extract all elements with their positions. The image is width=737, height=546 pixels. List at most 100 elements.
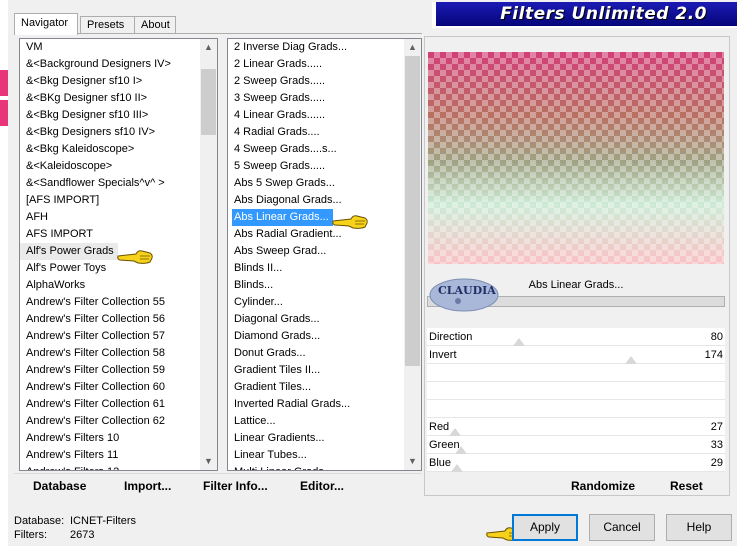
editor-button[interactable]: Editor... bbox=[300, 479, 344, 497]
filter-item[interactable]: Linear Gradients... bbox=[228, 430, 404, 447]
category-item[interactable]: &<BKg Designer sf10 II> bbox=[20, 90, 200, 107]
scroll-down-icon[interactable]: ▼ bbox=[404, 453, 421, 470]
help-button[interactable]: Help bbox=[666, 514, 732, 541]
preview-image bbox=[428, 52, 724, 264]
category-item[interactable]: Andrew's Filters 11 bbox=[20, 447, 200, 464]
background-strip bbox=[0, 0, 8, 546]
filter-info-button[interactable]: Filter Info... bbox=[203, 479, 268, 497]
category-item[interactable]: VM bbox=[20, 39, 200, 56]
category-item-label: Andrew's Filter Collection 59 bbox=[26, 364, 166, 376]
filter-item[interactable]: Abs Sweep Grad... bbox=[228, 243, 404, 260]
filter-item[interactable]: Blinds II... bbox=[228, 260, 404, 277]
filter-item[interactable]: Gradient Tiles... bbox=[228, 379, 404, 396]
filter-item[interactable]: Donut Grads... bbox=[228, 345, 404, 362]
category-item[interactable]: AFH bbox=[20, 209, 200, 226]
cancel-button[interactable]: Cancel bbox=[589, 514, 655, 541]
tab-presets[interactable]: Presets bbox=[80, 16, 142, 34]
filter-item-label: Diagonal Grads... bbox=[234, 313, 320, 325]
category-item[interactable]: Alf's Power Grads bbox=[20, 243, 200, 260]
filter-item[interactable]: 2 Linear Grads..... bbox=[228, 56, 404, 73]
tab-navigator[interactable]: Navigator bbox=[14, 13, 78, 35]
filter-item[interactable]: Diagonal Grads... bbox=[228, 311, 404, 328]
category-item[interactable]: Andrew's Filter Collection 60 bbox=[20, 379, 200, 396]
filter-item-label: Linear Tubes... bbox=[234, 449, 307, 461]
scroll-down-icon[interactable]: ▼ bbox=[200, 453, 217, 470]
category-item[interactable]: Andrew's Filter Collection 62 bbox=[20, 413, 200, 430]
param-blue[interactable]: Blue 29 bbox=[427, 454, 725, 472]
category-item[interactable]: AlphaWorks bbox=[20, 277, 200, 294]
randomize-button[interactable]: Randomize bbox=[571, 479, 635, 497]
scroll-thumb[interactable] bbox=[405, 56, 420, 366]
import-button[interactable]: Import... bbox=[124, 479, 171, 497]
reset-button[interactable]: Reset bbox=[670, 479, 703, 497]
filter-item-label: 4 Linear Grads...... bbox=[234, 109, 326, 121]
category-item[interactable]: AFS IMPORT bbox=[20, 226, 200, 243]
param-invert[interactable]: Invert 174 bbox=[427, 346, 725, 364]
category-item[interactable]: &<Sandflower Specials^v^ > bbox=[20, 175, 200, 192]
param-green[interactable]: Green 33 bbox=[427, 436, 725, 454]
filter-item[interactable]: Linear Tubes... bbox=[228, 447, 404, 464]
filter-item[interactable]: 4 Sweep Grads....s... bbox=[228, 141, 404, 158]
param-empty bbox=[427, 382, 725, 400]
scroll-up-icon[interactable]: ▲ bbox=[200, 39, 217, 56]
filter-item[interactable]: 4 Radial Grads.... bbox=[228, 124, 404, 141]
filter-item-label: Gradient Tiles II... bbox=[234, 364, 321, 376]
filter-item-label: Multi Linear Grads... bbox=[228, 464, 404, 470]
category-item[interactable]: Andrew's Filter Collection 58 bbox=[20, 345, 200, 362]
param-red[interactable]: Red 27 bbox=[427, 418, 725, 436]
category-item-label: Andrew's Filter Collection 60 bbox=[26, 381, 166, 393]
filter-item[interactable]: Lattice... bbox=[228, 413, 404, 430]
category-item[interactable]: Andrew's Filter Collection 55 bbox=[20, 294, 200, 311]
filter-item[interactable]: Gradient Tiles II... bbox=[228, 362, 404, 379]
filter-item[interactable]: Inverted Radial Grads... bbox=[228, 396, 404, 413]
database-button[interactable]: Database bbox=[33, 479, 86, 497]
filter-list[interactable]: 2 Inverse Diag Grads... 2 Linear Grads...… bbox=[227, 38, 422, 471]
scroll-up-icon[interactable]: ▲ bbox=[404, 39, 421, 56]
category-scrollbar[interactable]: ▲ ▼ bbox=[200, 39, 217, 470]
category-item[interactable]: &<Background Designers IV> bbox=[20, 56, 200, 73]
category-item-label: Andrew's Filters 10 bbox=[26, 432, 120, 444]
category-item[interactable]: &<Bkg Kaleidoscope> bbox=[20, 141, 200, 158]
category-item[interactable]: &<Kaleidoscope> bbox=[20, 158, 200, 175]
category-items: VM &<Background Designers IV> &<Bkg Design… bbox=[20, 39, 200, 470]
filter-item-label: Blinds II... bbox=[234, 262, 283, 274]
filter-item[interactable]: Multi Linear Grads... bbox=[228, 464, 404, 470]
category-item-label: Andrew's Filter Collection 62 bbox=[26, 415, 166, 427]
category-item[interactable]: Andrew's Filter Collection 61 bbox=[20, 396, 200, 413]
category-item[interactable]: Alf's Power Toys bbox=[20, 260, 200, 277]
category-item[interactable]: &<Bkg Designers sf10 IV> bbox=[20, 124, 200, 141]
filter-item-label: Donut Grads... bbox=[234, 347, 306, 359]
category-item-label: &<Kaleidoscope> bbox=[26, 160, 113, 172]
category-item[interactable]: Andrew's Filter Collection 59 bbox=[20, 362, 200, 379]
category-item-label: Andrew's Filters 11 bbox=[26, 449, 119, 461]
filter-item-label: Abs Linear Grads... bbox=[232, 209, 333, 226]
tab-about[interactable]: About bbox=[134, 16, 176, 34]
filter-item[interactable]: Abs 5 Swep Grads... bbox=[228, 175, 404, 192]
category-item[interactable]: &<Bkg Designer sf10 III> bbox=[20, 107, 200, 124]
filter-item[interactable]: 3 Sweep Grads..... bbox=[228, 90, 404, 107]
category-item-label: &<Bkg Designer sf10 III> bbox=[26, 109, 149, 121]
category-item[interactable]: Andrew's Filter Collection 56 bbox=[20, 311, 200, 328]
apply-button[interactable]: Apply bbox=[512, 514, 578, 541]
filter-scrollbar[interactable]: ▲ ▼ bbox=[404, 39, 421, 470]
scroll-thumb[interactable] bbox=[201, 69, 216, 135]
filter-item[interactable]: Abs Linear Grads... bbox=[228, 209, 404, 226]
filters-label: Filters: bbox=[14, 529, 47, 541]
filter-item[interactable]: 4 Linear Grads...... bbox=[228, 107, 404, 124]
category-item[interactable]: Andrew's Filter Collection 57 bbox=[20, 328, 200, 345]
filter-item[interactable]: Diamond Grads... bbox=[228, 328, 404, 345]
param-direction[interactable]: Direction 80 bbox=[427, 328, 725, 346]
filter-item[interactable]: Cylinder... bbox=[228, 294, 404, 311]
filter-item[interactable]: 2 Sweep Grads..... bbox=[228, 73, 404, 90]
filter-item[interactable]: Blinds... bbox=[228, 277, 404, 294]
category-item[interactable]: Andrew's Filters 10 bbox=[20, 430, 200, 447]
filter-item[interactable]: Abs Diagonal Grads... bbox=[228, 192, 404, 209]
filter-item[interactable]: Abs Radial Gradient... bbox=[228, 226, 404, 243]
category-item[interactable]: Andrew's Filters 12 bbox=[20, 464, 200, 470]
filter-item[interactable]: 2 Inverse Diag Grads... bbox=[228, 39, 404, 56]
filter-item-label: Linear Gradients... bbox=[234, 432, 325, 444]
filter-item[interactable]: 5 Sweep Grads..... bbox=[228, 158, 404, 175]
category-item[interactable]: &<Bkg Designer sf10 I> bbox=[20, 73, 200, 90]
category-item[interactable]: [AFS IMPORT] bbox=[20, 192, 200, 209]
hand-pointer-icon bbox=[117, 250, 153, 264]
